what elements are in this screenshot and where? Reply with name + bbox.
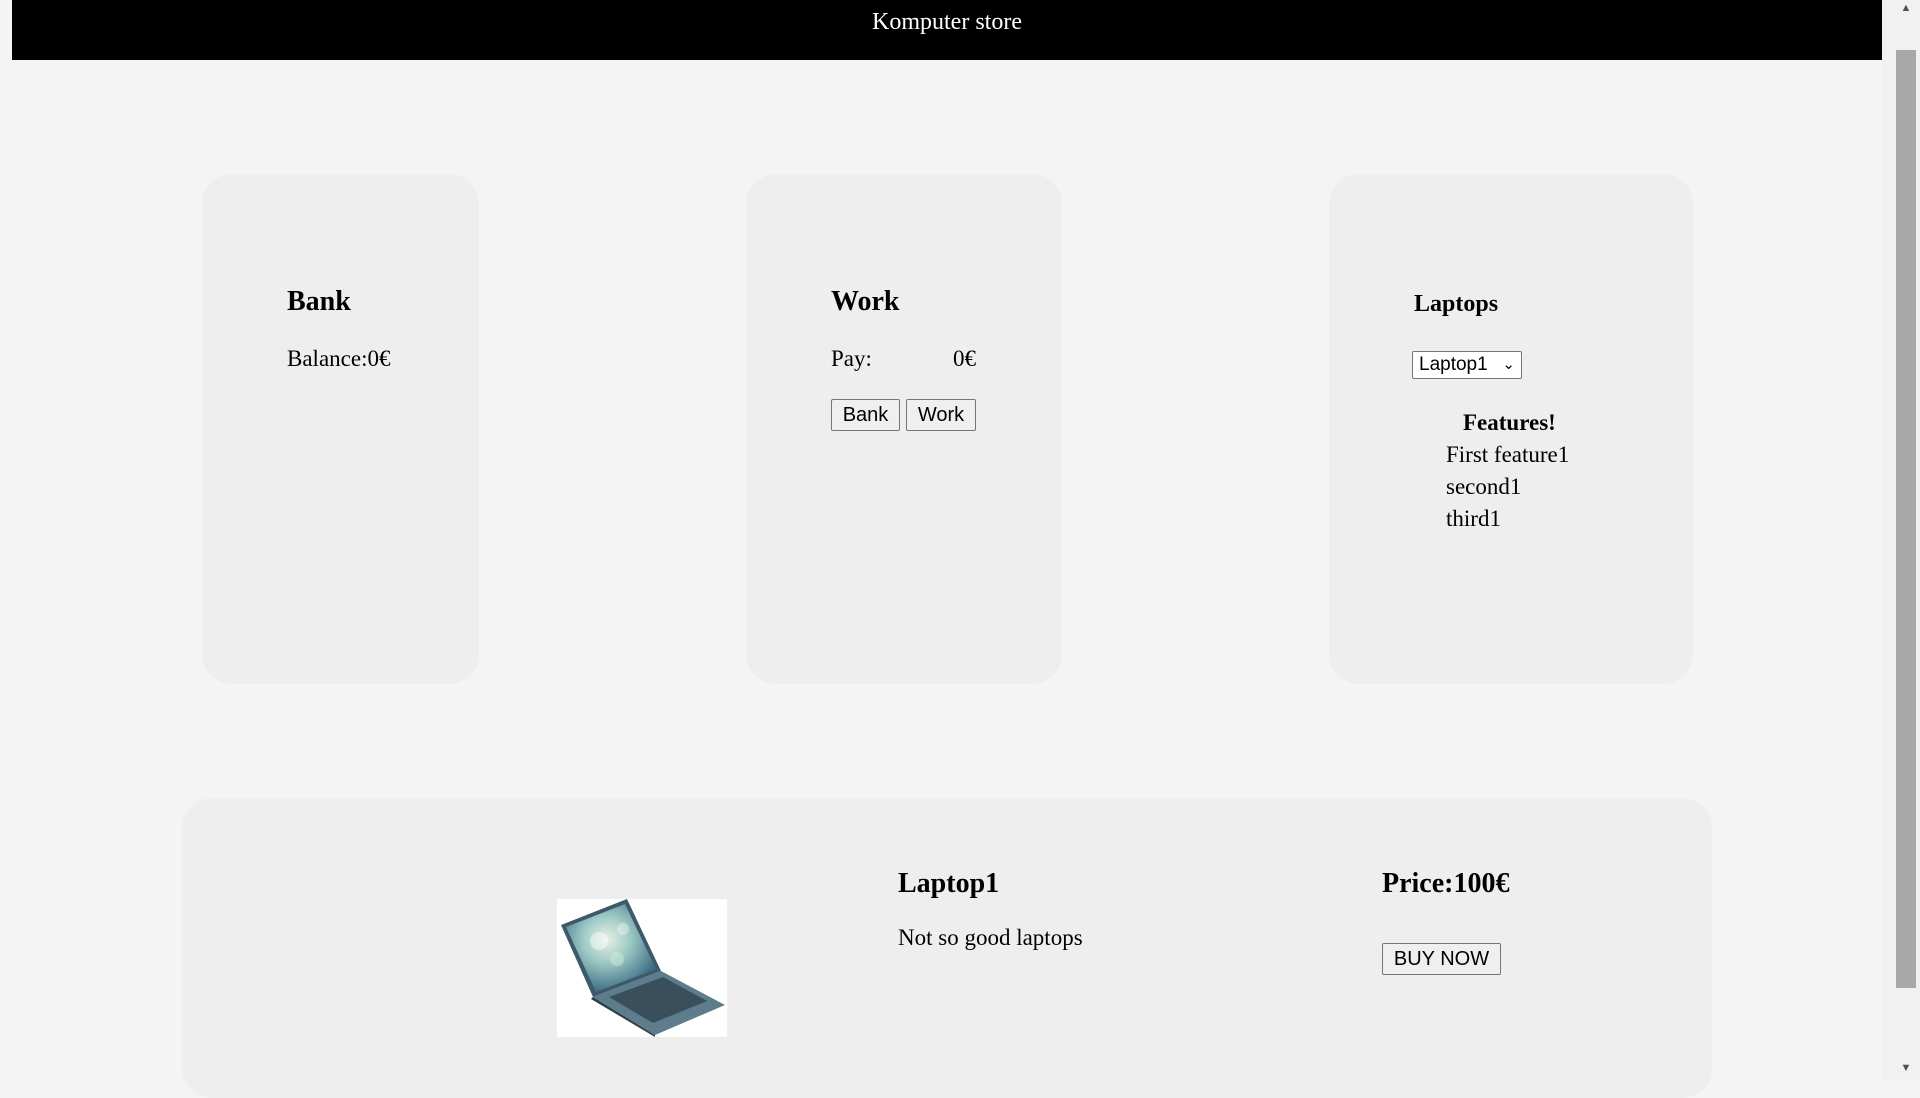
balance-label: Balance: [287,346,368,371]
balance-row: Balance:0€ [287,346,390,372]
laptop-image [557,899,727,1037]
bank-card: Bank Balance:0€ [202,174,479,684]
price-value: 100€ [1453,868,1510,899]
laptops-title: Laptops [1414,291,1499,317]
top-bar: Komputer store [12,0,1882,60]
feature-item-3: third1 [1446,506,1501,531]
feature-item-1: First feature1 [1446,442,1570,467]
scroll-down-arrow-icon[interactable]: ▼ [1896,1062,1916,1074]
product-name: Laptop1 [898,868,1000,899]
pay-value: 0€ [953,346,976,371]
vertical-scrollbar[interactable]: ▲ ▼ [1882,0,1920,1080]
laptops-card: Laptops Laptop1 ⌄ Features! First featur… [1329,174,1693,684]
pay-label: Pay: [831,346,872,371]
buy-now-button[interactable]: BUY NOW [1382,943,1501,975]
scroll-thumb[interactable] [1896,50,1916,988]
product-description: Not so good laptops [898,925,1083,950]
laptop-select-value: Laptop1 [1419,354,1488,375]
work-title: Work [831,286,900,317]
work-button[interactable]: Work [906,399,976,431]
price-label: Price: [1382,868,1454,899]
bank-title: Bank [287,286,351,317]
store-title: Komputer store [872,9,1022,35]
product-section: Laptop1 Not so good laptops Price:100€ B… [182,798,1712,1098]
feature-item-2: second1 [1446,474,1522,499]
scroll-up-arrow-icon[interactable]: ▲ [1896,2,1916,14]
chevron-down-icon: ⌄ [1502,356,1515,373]
laptop-icon [561,899,725,1037]
product-price: Price:100€ [1382,868,1510,900]
page: Komputer store Bank Balance:0€ Work Pay:… [0,0,1882,1098]
balance-value: 0€ [367,346,391,371]
work-card: Work Pay: 0€ Bank Work [746,174,1062,684]
laptop-select[interactable]: Laptop1 ⌄ [1412,351,1522,379]
bank-button[interactable]: Bank [831,399,900,431]
features-title: Features! [1463,410,1556,435]
